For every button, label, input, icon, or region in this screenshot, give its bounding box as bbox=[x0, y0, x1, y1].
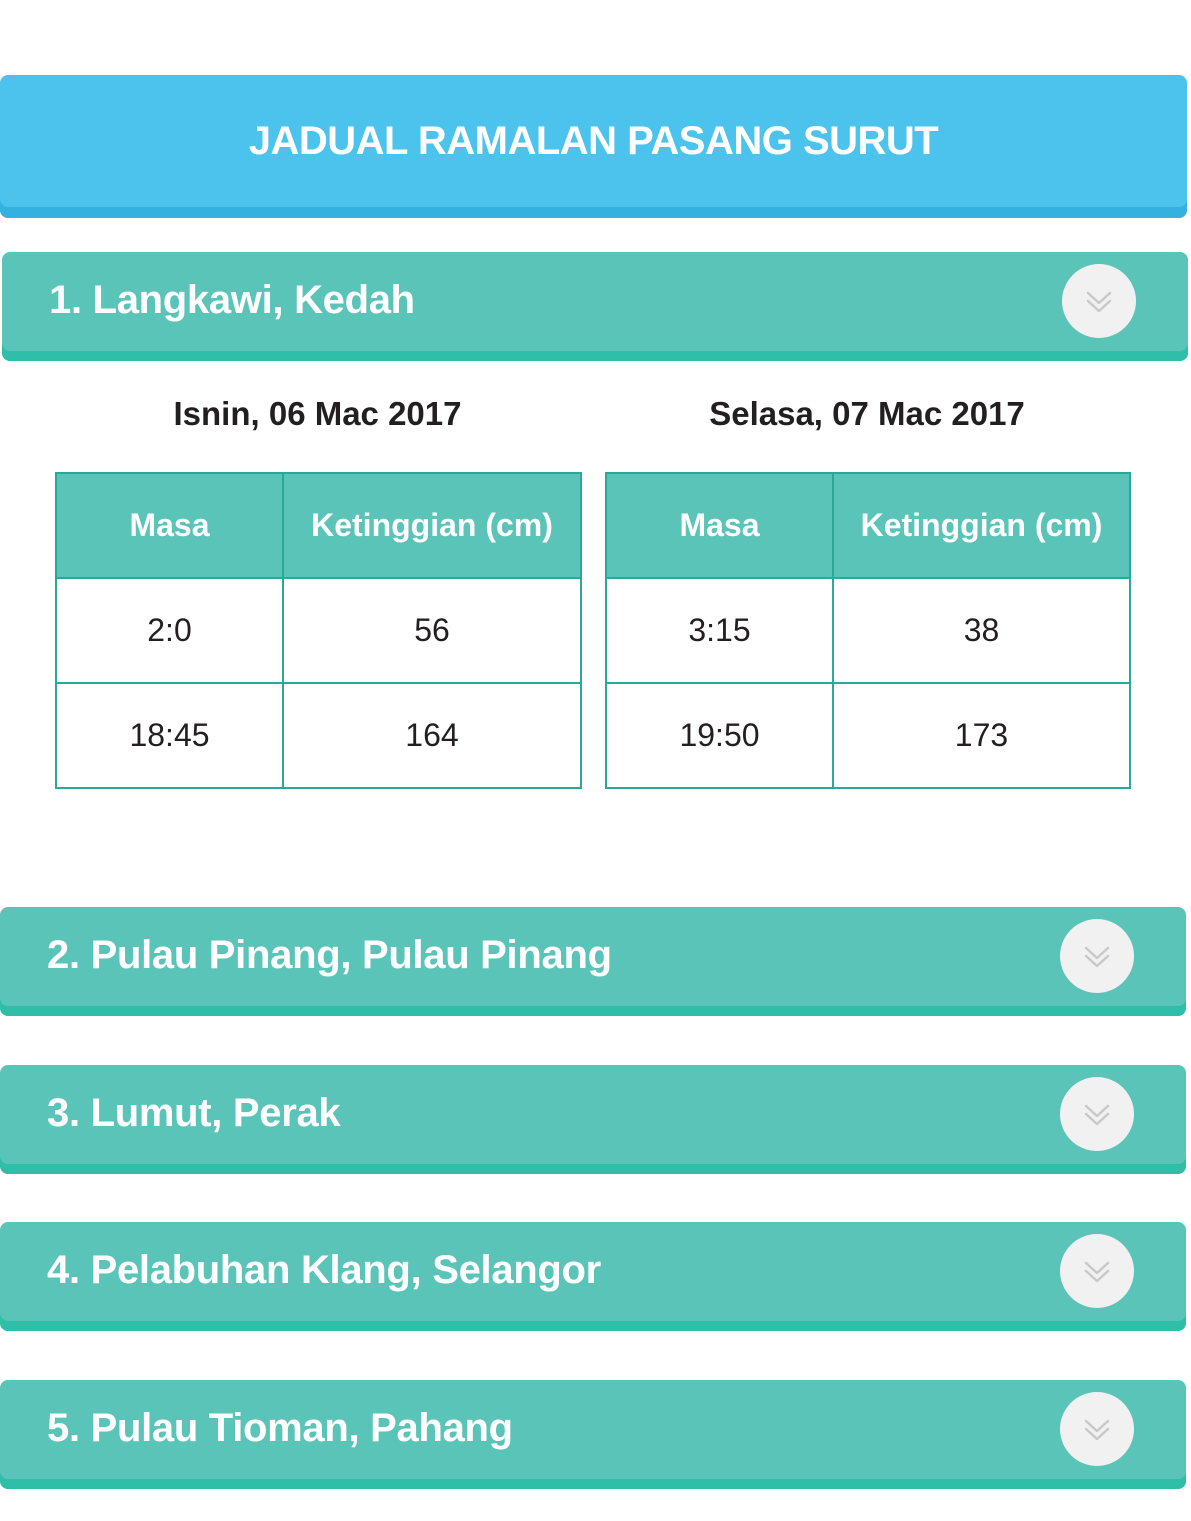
cell-time: 2:0 bbox=[55, 577, 284, 684]
table-row: 3:15 38 bbox=[605, 577, 1131, 684]
page-title: JADUAL RAMALAN PASANG SURUT bbox=[248, 119, 939, 163]
double-chevron-down-icon bbox=[1084, 946, 1110, 968]
cell-height: 164 bbox=[282, 682, 582, 789]
expand-toggle-button[interactable] bbox=[1060, 1392, 1134, 1466]
accordion-label: 1. Langkawi, Kedah bbox=[49, 278, 415, 322]
accordion-item-pulau-tioman[interactable]: 5. Pulau Tioman, Pahang bbox=[0, 1380, 1186, 1489]
accordion-item-langkawi[interactable]: 1. Langkawi, Kedah bbox=[2, 252, 1188, 361]
expand-toggle-button[interactable] bbox=[1062, 264, 1136, 338]
expand-toggle-button[interactable] bbox=[1060, 1077, 1134, 1151]
page-title-bar: JADUAL RAMALAN PASANG SURUT bbox=[0, 75, 1187, 218]
cell-height: 56 bbox=[282, 577, 582, 684]
accordion-item-pelabuhan-klang[interactable]: 4. Pelabuhan Klang, Selangor bbox=[0, 1222, 1186, 1331]
column-header-ketinggian: Ketinggian (cm) bbox=[282, 472, 582, 579]
day-date-title: Isnin, 06 Mac 2017 bbox=[173, 395, 462, 432]
column-header-ketinggian: Ketinggian (cm) bbox=[832, 472, 1131, 579]
double-chevron-down-icon bbox=[1084, 1261, 1110, 1283]
day-date-title: Selasa, 07 Mac 2017 bbox=[709, 395, 1025, 432]
cell-height: 173 bbox=[832, 682, 1131, 789]
cell-time: 18:45 bbox=[55, 682, 284, 789]
accordion-label: 2. Pulau Pinang, Pulau Pinang bbox=[47, 933, 612, 977]
accordion-label: 4. Pelabuhan Klang, Selangor bbox=[47, 1248, 601, 1292]
column-header-masa: Masa bbox=[55, 472, 284, 579]
expand-toggle-button[interactable] bbox=[1060, 919, 1134, 993]
table-row: 19:50 173 bbox=[605, 682, 1131, 789]
cell-time: 3:15 bbox=[605, 577, 834, 684]
double-chevron-down-icon bbox=[1086, 291, 1112, 313]
table-header-row: Masa Ketinggian (cm) bbox=[55, 472, 582, 579]
accordion-item-pulau-pinang[interactable]: 2. Pulau Pinang, Pulau Pinang bbox=[0, 907, 1186, 1016]
table-row: 18:45 164 bbox=[55, 682, 582, 789]
accordion-item-lumut[interactable]: 3. Lumut, Perak bbox=[0, 1065, 1186, 1174]
cell-height: 38 bbox=[832, 577, 1131, 684]
double-chevron-down-icon bbox=[1084, 1419, 1110, 1441]
expand-toggle-button[interactable] bbox=[1060, 1234, 1134, 1308]
tide-table-day-1: Masa Ketinggian (cm) 2:0 56 18:45 164 bbox=[55, 472, 582, 789]
column-header-masa: Masa bbox=[605, 472, 834, 579]
table-row: 2:0 56 bbox=[55, 577, 582, 684]
double-chevron-down-icon bbox=[1084, 1104, 1110, 1126]
tide-table-day-2: Masa Ketinggian (cm) 3:15 38 19:50 173 bbox=[605, 472, 1131, 789]
accordion-label: 3. Lumut, Perak bbox=[47, 1091, 341, 1135]
table-header-row: Masa Ketinggian (cm) bbox=[605, 472, 1131, 579]
accordion-label: 5. Pulau Tioman, Pahang bbox=[47, 1406, 513, 1450]
cell-time: 19:50 bbox=[605, 682, 834, 789]
